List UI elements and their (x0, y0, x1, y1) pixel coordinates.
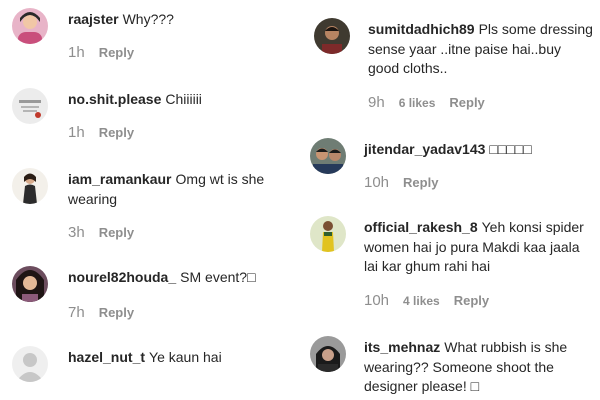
reply-button[interactable]: Reply (99, 225, 134, 240)
comment-likes[interactable]: 4 likes (403, 294, 440, 308)
comment-body: its_mehnaz What rubbish is she wearing?? … (364, 338, 594, 397)
comment-username[interactable]: its_mehnaz (364, 339, 440, 355)
avatar[interactable] (314, 18, 350, 54)
default-avatar-icon (12, 346, 48, 382)
avatar-image (12, 8, 48, 44)
comment-time[interactable]: 1h (68, 44, 85, 61)
avatar[interactable] (12, 88, 48, 124)
avatar-image (310, 138, 346, 174)
avatar-image (12, 88, 48, 124)
comment-body: iam_ramankaur Omg wt is she wearing (68, 170, 288, 209)
comment-body: hazel_nut_t Ye kaun hai (68, 348, 293, 368)
comment-time[interactable]: 10h (364, 292, 389, 309)
comment-body: official_rakesh_8 Yeh konsi spider women … (364, 218, 594, 277)
avatar[interactable] (12, 168, 48, 204)
avatar[interactable] (310, 138, 346, 174)
comment-username[interactable]: official_rakesh_8 (364, 219, 478, 235)
avatar-image (12, 168, 48, 204)
comment-username[interactable]: sumitdadhich89 (368, 21, 475, 37)
comment-username[interactable]: raajster (68, 11, 119, 27)
comment-username[interactable]: no.shit.please (68, 91, 161, 107)
comment-meta: 10h Reply (364, 174, 438, 191)
reply-button[interactable]: Reply (99, 125, 134, 140)
comment-text: Chiiiiii (165, 91, 202, 107)
avatar[interactable] (310, 216, 346, 252)
reply-button[interactable]: Reply (454, 293, 489, 308)
avatar-image (310, 336, 346, 372)
comment-meta: 1h Reply (68, 124, 134, 141)
reply-button[interactable]: Reply (99, 305, 134, 320)
comment-username[interactable]: nourel82houda_ (68, 269, 176, 285)
comment-username[interactable]: hazel_nut_t (68, 349, 145, 365)
comment-body: sumitdadhich89 Pls some dressing sense ya… (368, 20, 593, 79)
avatar[interactable] (12, 346, 48, 382)
avatar[interactable] (12, 8, 48, 44)
comment-time[interactable]: 7h (68, 304, 85, 321)
reply-button[interactable]: Reply (449, 95, 484, 110)
comment-time[interactable]: 10h (364, 174, 389, 191)
comment-meta: 10h 4 likes Reply (364, 292, 489, 309)
avatar-image (12, 266, 48, 302)
avatar[interactable] (310, 336, 346, 372)
comment-time[interactable]: 1h (68, 124, 85, 141)
comment-meta: 3h Reply (68, 224, 134, 241)
comment-username[interactable]: jitendar_yadav143 (364, 141, 485, 157)
comment-meta: 9h 6 likes Reply (368, 94, 485, 111)
comment-time[interactable]: 3h (68, 224, 85, 241)
avatar-image (310, 216, 346, 252)
comment-username[interactable]: iam_ramankaur (68, 171, 172, 187)
comment-body: raajster Why??? (68, 10, 293, 30)
comment-meta: 7h Reply (68, 304, 134, 321)
comment-body: nourel82houda_ SM event?□ (68, 268, 293, 288)
comment-meta: 1h Reply (68, 44, 134, 61)
reply-button[interactable]: Reply (403, 175, 438, 190)
comment-text: Ye kaun hai (149, 349, 222, 365)
comment-text: □□□□□ (489, 141, 532, 157)
comment-text: SM event?□ (180, 269, 256, 285)
comment-time[interactable]: 9h (368, 94, 385, 111)
reply-button[interactable]: Reply (99, 45, 134, 60)
comment-text: Why??? (122, 11, 174, 27)
comment-likes[interactable]: 6 likes (399, 96, 436, 110)
comment-body: no.shit.please Chiiiiii (68, 90, 293, 110)
comment-body: jitendar_yadav143 □□□□□ (364, 140, 594, 160)
avatar[interactable] (12, 266, 48, 302)
avatar-image (314, 18, 350, 54)
